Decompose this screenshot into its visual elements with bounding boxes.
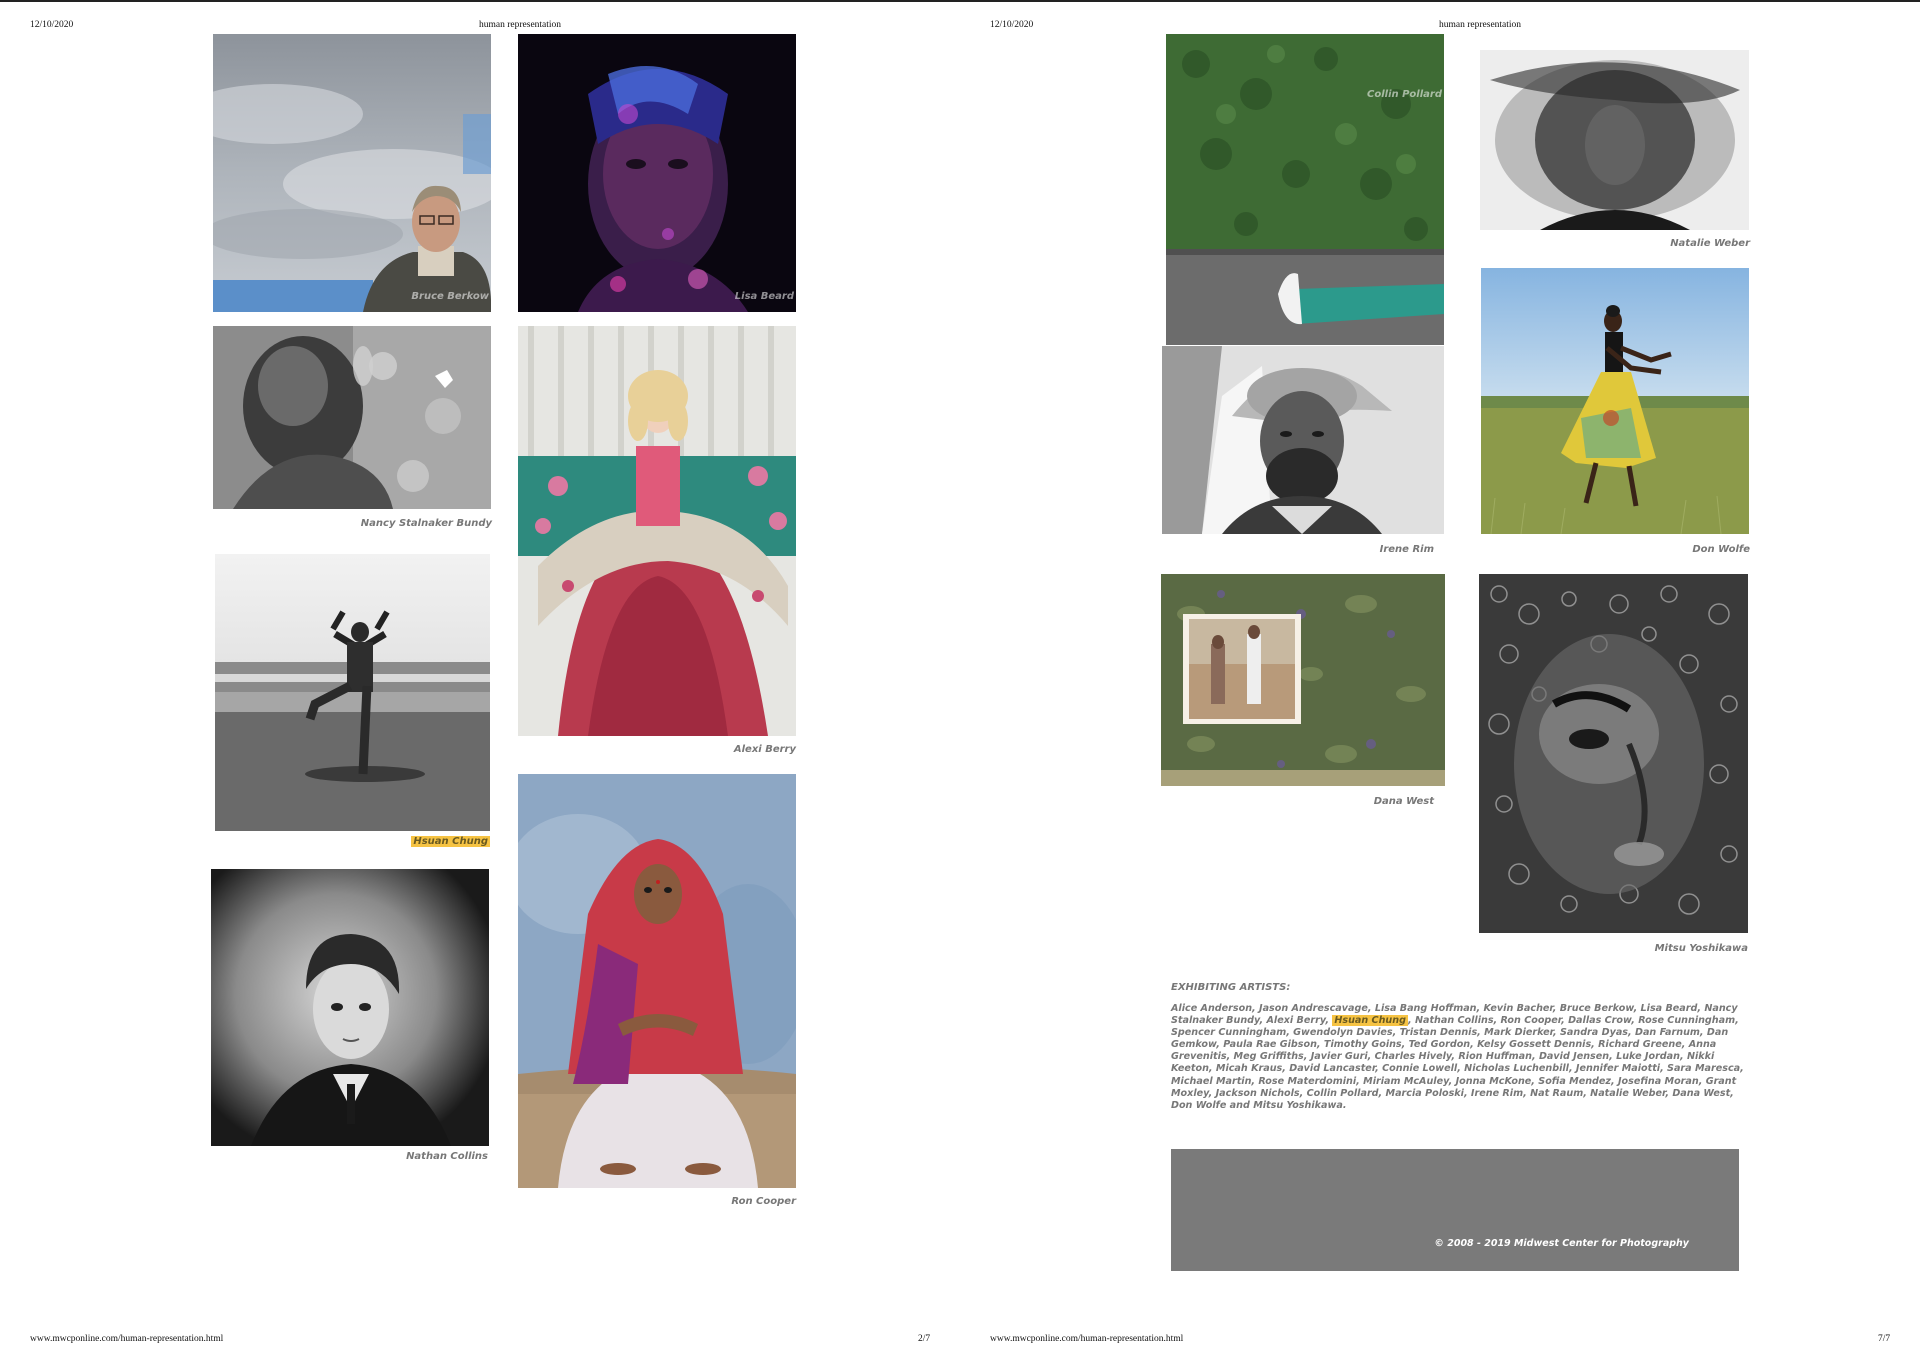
photo-collin-pollard: Collin Pollard (1166, 34, 1444, 345)
caption-ron-cooper: Ron Cooper (731, 1196, 796, 1207)
photo-alexi-berry (518, 326, 796, 736)
caption-don-wolfe: Don Wolfe (1692, 544, 1750, 555)
photo-dana-west (1161, 574, 1445, 786)
photo-lisa-beard: Lisa Beard (518, 34, 796, 312)
photo-ron-cooper (518, 774, 796, 1188)
exhibiting-artists-heading: EXHIBITING ARTISTS: (1171, 982, 1291, 993)
photo-nathan-collins (211, 869, 489, 1146)
photo-natalie-weber (1480, 50, 1749, 230)
footer-url[interactable]: www.mwcponline.com/human-representation.… (990, 1334, 1183, 1344)
artists-highlight: Hsuan Chung (1332, 1015, 1408, 1027)
footer-page-number: 7/7 (1878, 1334, 1891, 1344)
caption-hsuan-chung: Hsuan Chung (411, 836, 490, 847)
caption-natalie-weber: Natalie Weber (1670, 238, 1750, 249)
photo-watermark: Collin Pollard (1367, 89, 1442, 100)
copyright-text: © 2008 - 2019 Midwest Center for Photogr… (1434, 1238, 1689, 1249)
header-date: 12/10/2020 (990, 20, 1034, 30)
photo-bruce-berkow: Bruce Berkow (213, 34, 491, 312)
footer-url[interactable]: www.mwcponline.com/human-representation.… (30, 1334, 223, 1344)
caption-highlight: Hsuan Chung (411, 836, 490, 847)
caption-nathan-collins: Nathan Collins (406, 1151, 488, 1162)
photo-mitsu-yoshikawa (1479, 574, 1748, 933)
printed-page-2: 12/10/2020 human representation Bruce Be… (0, 2, 958, 1361)
caption-nancy-stalnaker-bundy: Nancy Stalnaker Bundy (360, 518, 492, 529)
caption-alexi-berry: Alexi Berry (733, 744, 796, 755)
printed-page-7: 12/10/2020 human representation Collin P… (960, 2, 1918, 1361)
caption-irene-rim: Irene Rim (1379, 544, 1434, 555)
header-date: 12/10/2020 (30, 20, 74, 30)
photo-watermark: Bruce Berkow (411, 291, 489, 302)
photo-watermark: Lisa Beard (734, 291, 794, 302)
header-title: human representation (1439, 20, 1522, 30)
site-footer-box: © 2008 - 2019 Midwest Center for Photogr… (1171, 1149, 1739, 1271)
caption-mitsu-yoshikawa: Mitsu Yoshikawa (1654, 943, 1748, 954)
photo-irene-rim (1162, 346, 1444, 534)
photo-don-wolfe (1481, 268, 1749, 534)
caption-dana-west: Dana West (1373, 796, 1434, 807)
photo-nancy-stalnaker-bundy (213, 326, 491, 509)
photo-hsuan-chung (215, 554, 490, 831)
header-title: human representation (479, 20, 562, 30)
artists-text-after: , Nathan Collins, Ron Cooper, Dallas Cro… (1171, 1015, 1744, 1111)
exhibiting-artists-list: Alice Anderson, Jason Andrescavage, Lisa… (1171, 1003, 1746, 1112)
footer-page-number: 2/7 (918, 1334, 931, 1344)
